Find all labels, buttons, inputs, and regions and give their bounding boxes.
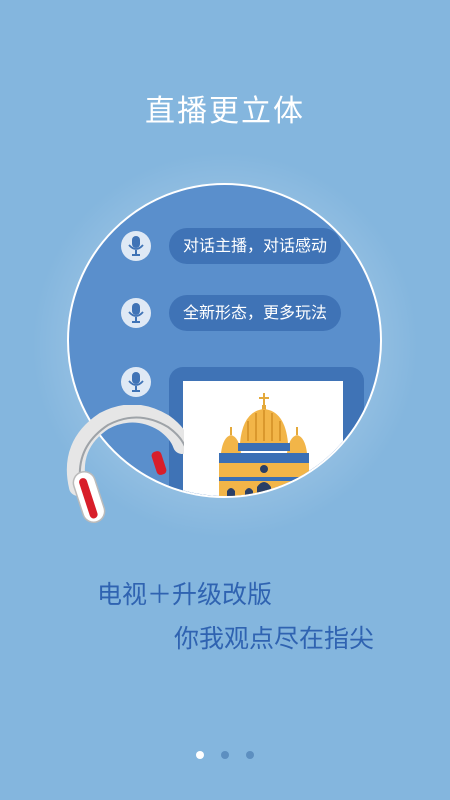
page-dot-active[interactable] bbox=[196, 751, 204, 759]
image-message-card bbox=[183, 381, 343, 496]
tagline-primary: 电视＋升级改版 bbox=[97, 580, 273, 609]
page-dot[interactable] bbox=[246, 751, 254, 759]
tagline-secondary: 你我观点尽在指尖 bbox=[174, 624, 375, 653]
microphone-icon bbox=[121, 231, 151, 261]
page-dot[interactable] bbox=[221, 751, 229, 759]
microphone-icon bbox=[121, 298, 151, 328]
page-title: 直播更立体 bbox=[145, 94, 305, 129]
chat-bubble: 全新形态，更多玩法 bbox=[169, 295, 342, 331]
microphone-icon bbox=[121, 367, 151, 397]
chat-bubble: 对话主播，对话感动 bbox=[169, 228, 342, 264]
headphones-icon bbox=[66, 405, 184, 524]
cathedral-image bbox=[219, 393, 309, 496]
